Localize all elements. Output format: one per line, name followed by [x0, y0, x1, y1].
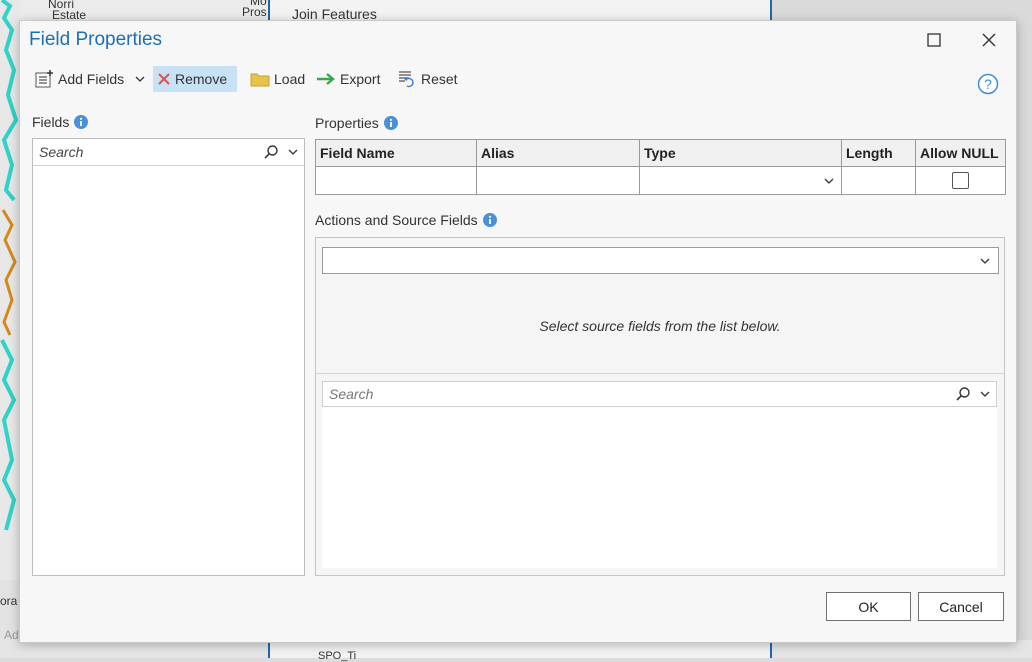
chevron-down-icon — [824, 178, 834, 184]
divider — [316, 373, 1004, 374]
maximize-icon — [927, 33, 941, 47]
fields-label: Fields — [32, 114, 70, 130]
properties-edit-row — [316, 167, 1005, 194]
properties-label: Properties — [315, 115, 379, 131]
map-label: Mo — [250, 0, 267, 8]
source-fields-search-input[interactable] — [323, 385, 952, 403]
properties-table: Field Name Alias Type Length Allow NULL — [315, 139, 1006, 195]
reset-button[interactable]: Reset — [393, 66, 462, 92]
chevron-down-icon — [974, 250, 996, 267]
field-properties-dialog: Field Properties Add Fields Remove Load … — [19, 20, 1017, 643]
chevron-down-icon[interactable] — [974, 388, 996, 400]
background-map — [0, 0, 20, 600]
add-fields-icon — [35, 70, 53, 88]
actions-label-group: Actions and Source Fields — [315, 212, 497, 228]
search-icon[interactable] — [260, 144, 282, 160]
info-icon[interactable] — [383, 116, 398, 130]
load-button[interactable]: Load — [246, 66, 309, 92]
export-button[interactable]: Export — [312, 66, 384, 92]
background-pane-text: SPO_Ti — [318, 650, 357, 662]
remove-icon — [158, 73, 170, 85]
source-fields-list[interactable] — [322, 381, 997, 568]
column-header-field-name: Field Name — [316, 140, 477, 166]
chevron-down-icon — [135, 76, 145, 82]
remove-label: Remove — [175, 71, 228, 87]
fields-search-input[interactable] — [33, 143, 260, 161]
allow-null-cell — [916, 167, 1005, 194]
column-header-alias: Alias — [477, 140, 640, 166]
info-icon[interactable] — [482, 213, 497, 227]
reset-label: Reset — [421, 71, 458, 87]
help-button[interactable]: ? — [977, 73, 999, 98]
add-fields-label: Add Fields — [58, 71, 125, 87]
map-label: ora — [0, 594, 18, 608]
folder-icon — [250, 73, 270, 87]
fields-list[interactable] — [32, 138, 305, 576]
properties-label-group: Properties — [315, 115, 398, 131]
export-arrow-icon — [317, 73, 335, 85]
column-header-type: Type — [640, 140, 842, 166]
type-dropdown[interactable] — [640, 167, 842, 194]
actions-panel: Select source fields from the list below… — [315, 237, 1005, 576]
help-icon: ? — [977, 73, 999, 95]
export-label: Export — [340, 71, 381, 87]
remove-button[interactable]: Remove — [153, 66, 237, 92]
close-icon — [982, 33, 996, 47]
background-map-top: Norri Estate Pros Mo — [20, 0, 270, 22]
add-fields-button[interactable]: Add Fields — [30, 66, 150, 92]
reset-icon — [399, 71, 414, 88]
load-label: Load — [274, 71, 306, 87]
alias-input[interactable] — [477, 167, 640, 194]
fields-search-bar — [33, 139, 304, 166]
action-dropdown[interactable] — [322, 247, 999, 274]
svg-text:?: ? — [984, 76, 992, 92]
ok-button[interactable]: OK — [826, 592, 911, 621]
background-geoprocessing-pane: Join Features — [268, 0, 772, 22]
fields-label-group: Fields — [32, 114, 89, 130]
close-button[interactable] — [971, 25, 1007, 55]
actions-label: Actions and Source Fields — [315, 212, 478, 228]
source-fields-search-bar — [322, 381, 997, 407]
dialog-title: Field Properties — [29, 29, 163, 50]
properties-header-row: Field Name Alias Type Length Allow NULL — [316, 140, 1005, 167]
length-input[interactable] — [842, 167, 916, 194]
chevron-down-icon[interactable] — [282, 146, 304, 158]
search-icon[interactable] — [952, 386, 974, 402]
info-icon[interactable] — [74, 115, 89, 129]
allow-null-checkbox[interactable] — [952, 172, 969, 189]
maximize-button[interactable] — [916, 25, 952, 55]
cancel-button[interactable]: Cancel — [918, 592, 1004, 621]
source-fields-hint: Select source fields from the list below… — [539, 318, 781, 334]
column-header-length: Length — [842, 140, 916, 166]
field-name-input[interactable] — [316, 167, 477, 194]
column-header-allow-null: Allow NULL — [920, 145, 999, 161]
